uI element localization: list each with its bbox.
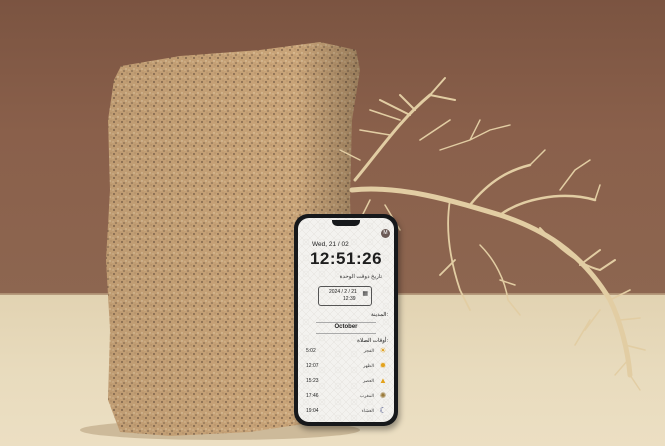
sun-icon: ✹ (379, 361, 387, 370)
sunset-icon: ✺ (379, 391, 387, 400)
digital-clock: 12:51:26 (309, 249, 383, 268)
prayer-time: 12:07 (306, 363, 319, 369)
divider (316, 322, 376, 323)
date-time-card[interactable]: 2024 / 2 / 21 12:39 ▦ (318, 286, 372, 306)
prayer-row-asr[interactable]: 15:23 العصر ▲ (306, 376, 388, 386)
camera-notch (332, 220, 360, 226)
prayer-time: 19:04 (306, 408, 319, 414)
prayer-row-isha[interactable]: 19:04 العشاء ☾ (306, 406, 388, 416)
smartphone: M Wed, 21 / 02 12:51:26 تاريخ دوقت الوحد… (294, 214, 398, 426)
prayer-name: الفجر (363, 348, 374, 353)
prayer-time: 17:46 (306, 393, 319, 399)
card-time: 12:39 (343, 296, 356, 302)
moon-icon: ☾ (379, 406, 387, 415)
city-label: المدينة: (371, 312, 388, 318)
prayer-name: المغرب (359, 393, 374, 398)
date-time-label: تاريخ دوقت الوحدة (339, 274, 382, 280)
sunrise-icon: ☀ (379, 346, 387, 355)
month-label: October (334, 324, 358, 330)
product-photo-scene: M Wed, 21 / 02 12:51:26 تاريخ دوقت الوحد… (0, 0, 665, 446)
prayer-time: 15:23 (306, 378, 319, 384)
prayer-row-dhuhr[interactable]: 12:07 الظهر ✹ (306, 361, 388, 371)
prayer-name: الظهر (363, 363, 374, 368)
prayer-times-title: أوقات الصلاة: (357, 338, 388, 344)
avatar[interactable]: M (381, 229, 390, 238)
prayer-name: العشاء (361, 408, 374, 413)
calendar-icon: ▦ (362, 291, 368, 297)
prayer-time: 5:02 (306, 348, 316, 354)
prayer-row-maghrib[interactable]: 17:46 المغرب ✺ (306, 391, 388, 401)
gregorian-date: Wed, 21 / 02 (312, 241, 349, 248)
sun-low-icon: ▲ (379, 376, 387, 385)
divider (316, 333, 376, 334)
card-date: 2024 / 2 / 21 (329, 289, 357, 295)
phone-screen: M Wed, 21 / 02 12:51:26 تاريخ دوقت الوحد… (298, 218, 394, 422)
prayer-name: العصر (362, 378, 374, 383)
prayer-row-fajr[interactable]: 5:02 الفجر ☀ (306, 346, 388, 356)
